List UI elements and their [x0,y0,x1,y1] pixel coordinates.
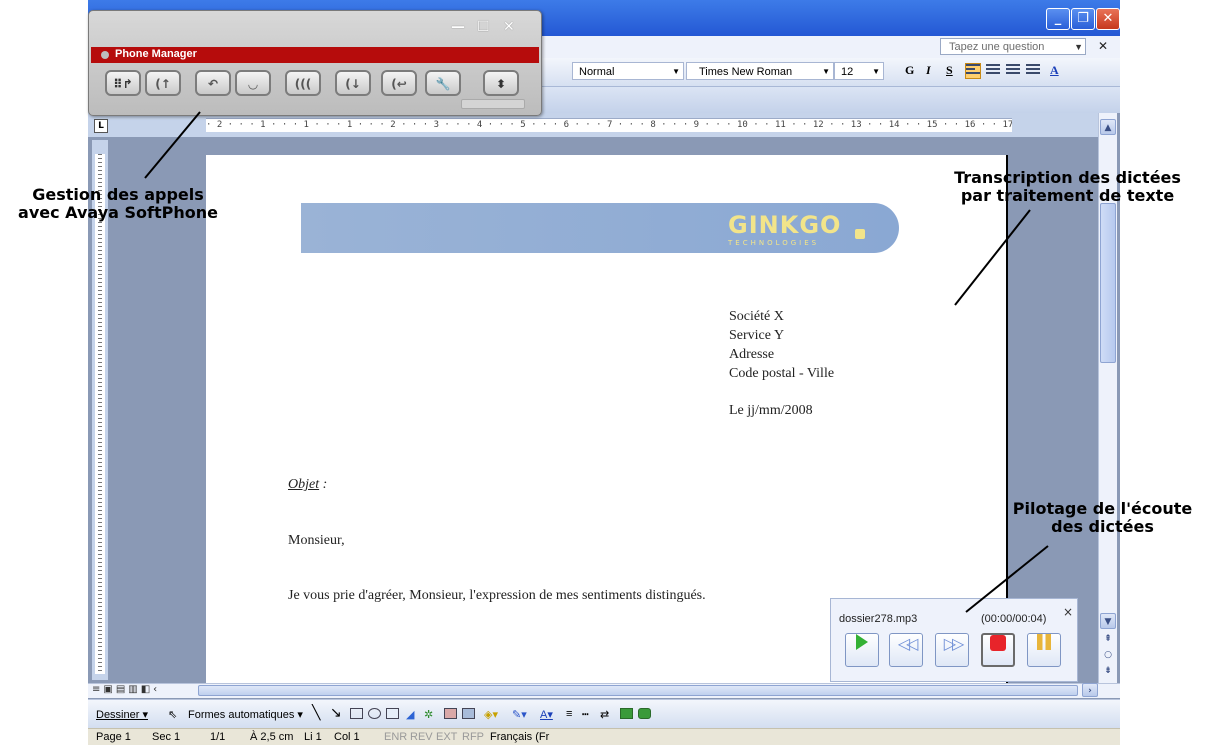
annotation-pointer-line [954,209,1031,306]
annotation-lines [144,111,1049,613]
annotation-pointer-line [965,545,1049,613]
annotation-pointer-line [144,111,201,179]
